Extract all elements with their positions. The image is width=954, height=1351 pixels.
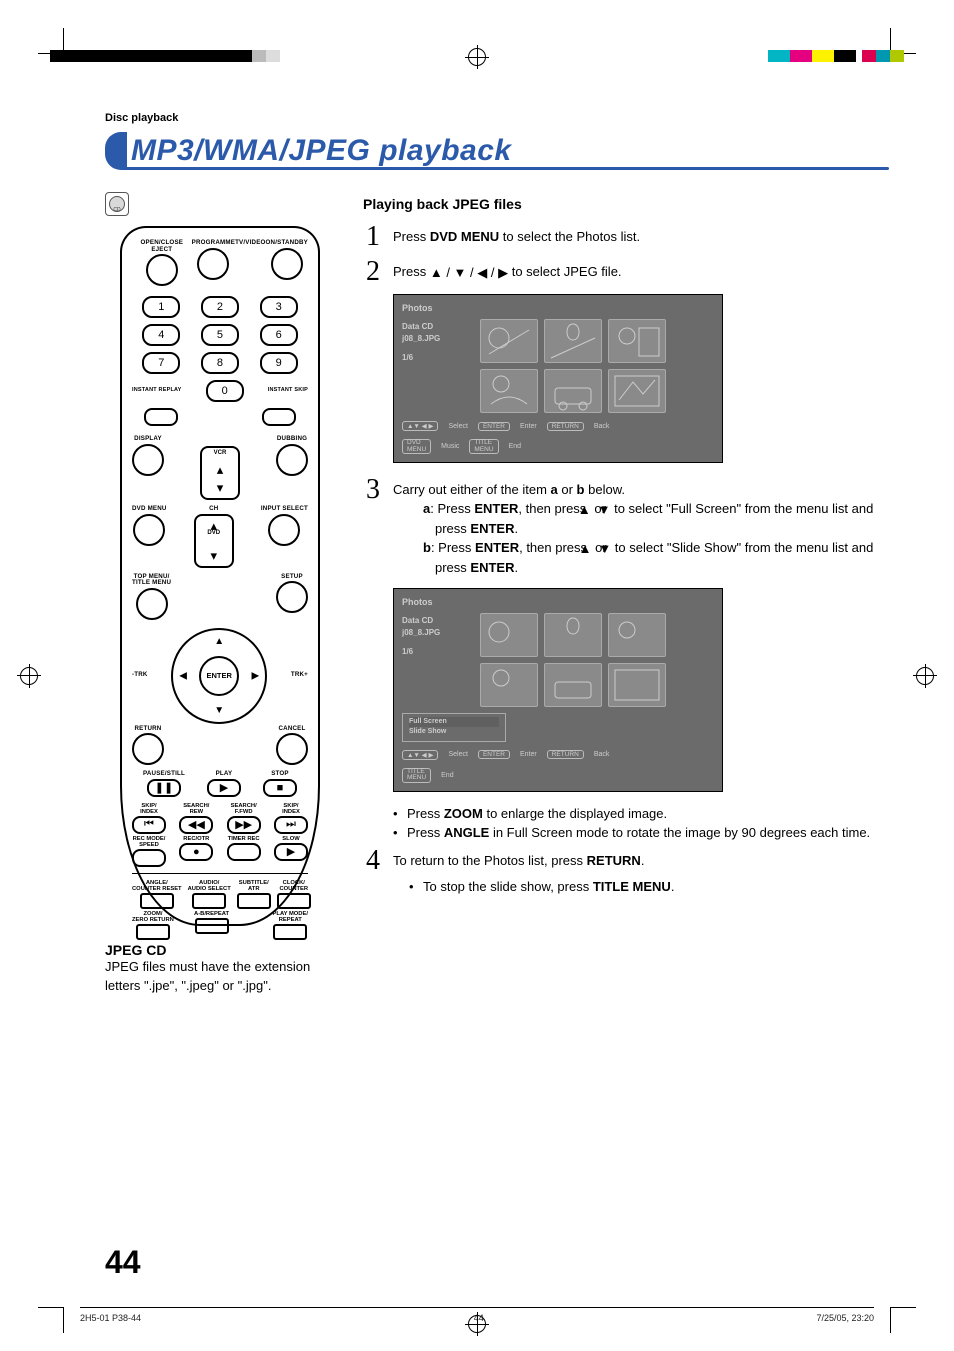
thumb-icon <box>544 319 602 363</box>
registration-mark <box>20 667 38 685</box>
right-column: Playing back JPEG files 1 Press DVD MENU… <box>363 192 889 996</box>
subsection-heading: Playing back JPEG files <box>363 196 889 212</box>
registration-mark <box>468 48 486 66</box>
crop-mark <box>890 1307 916 1333</box>
content-area: Disc playback MP3/WMA/JPEG playback CD O… <box>105 100 889 1261</box>
step-2: 2 Press ▲ / ▼ / ◀ / ▶ to select JPEG fil… <box>363 259 889 284</box>
step-1: 1 Press DVD MENU to select the Photos li… <box>363 224 889 249</box>
remote-illustration: OPEN/CLOSE EJECT PROGRAMME TV/VIDEO ON/S… <box>120 226 320 926</box>
step-3: 3 Carry out either of the item a or b be… <box>363 477 889 577</box>
crop-mark <box>38 1307 64 1333</box>
registration-mark <box>468 1315 486 1333</box>
page-title: MP3/WMA/JPEG playback <box>127 134 520 170</box>
step-4: 4 To return to the Photos list, press RE… <box>363 848 889 906</box>
cd-badge-icon: CD <box>105 192 129 216</box>
nav-ring: ▲▼ ◀▶ ENTER <box>171 628 267 724</box>
notes-list: Press ZOOM to enlarge the displayed imag… <box>363 806 889 840</box>
osd-photos-2: Photos Data CD j08_8.JPG 1/6 <box>393 588 723 792</box>
left-column: CD OPEN/CLOSE EJECT PROGRAMME TV/VIDEO O… <box>105 192 335 996</box>
page-number: 44 <box>105 1244 141 1281</box>
section-breadcrumb: Disc playback <box>105 112 889 124</box>
page: Disc playback MP3/WMA/JPEG playback CD O… <box>0 0 954 1351</box>
jpeg-cd-text: JPEG files must have the extension lette… <box>105 958 335 996</box>
registration-mark <box>916 667 934 685</box>
thumb-icon <box>608 319 666 363</box>
page-title-bar: MP3/WMA/JPEG playback <box>105 130 889 170</box>
thumb-icon <box>480 369 538 413</box>
thumb-icon <box>544 369 602 413</box>
osd-context-menu: Full Screen Slide Show <box>402 713 506 742</box>
jpeg-cd-heading: JPEG CD <box>105 942 335 958</box>
thumb-icon <box>608 369 666 413</box>
thumb-icon <box>480 319 538 363</box>
osd-photos-1: Photos Data CD j08_8.JPG 1/6 <box>393 294 723 463</box>
